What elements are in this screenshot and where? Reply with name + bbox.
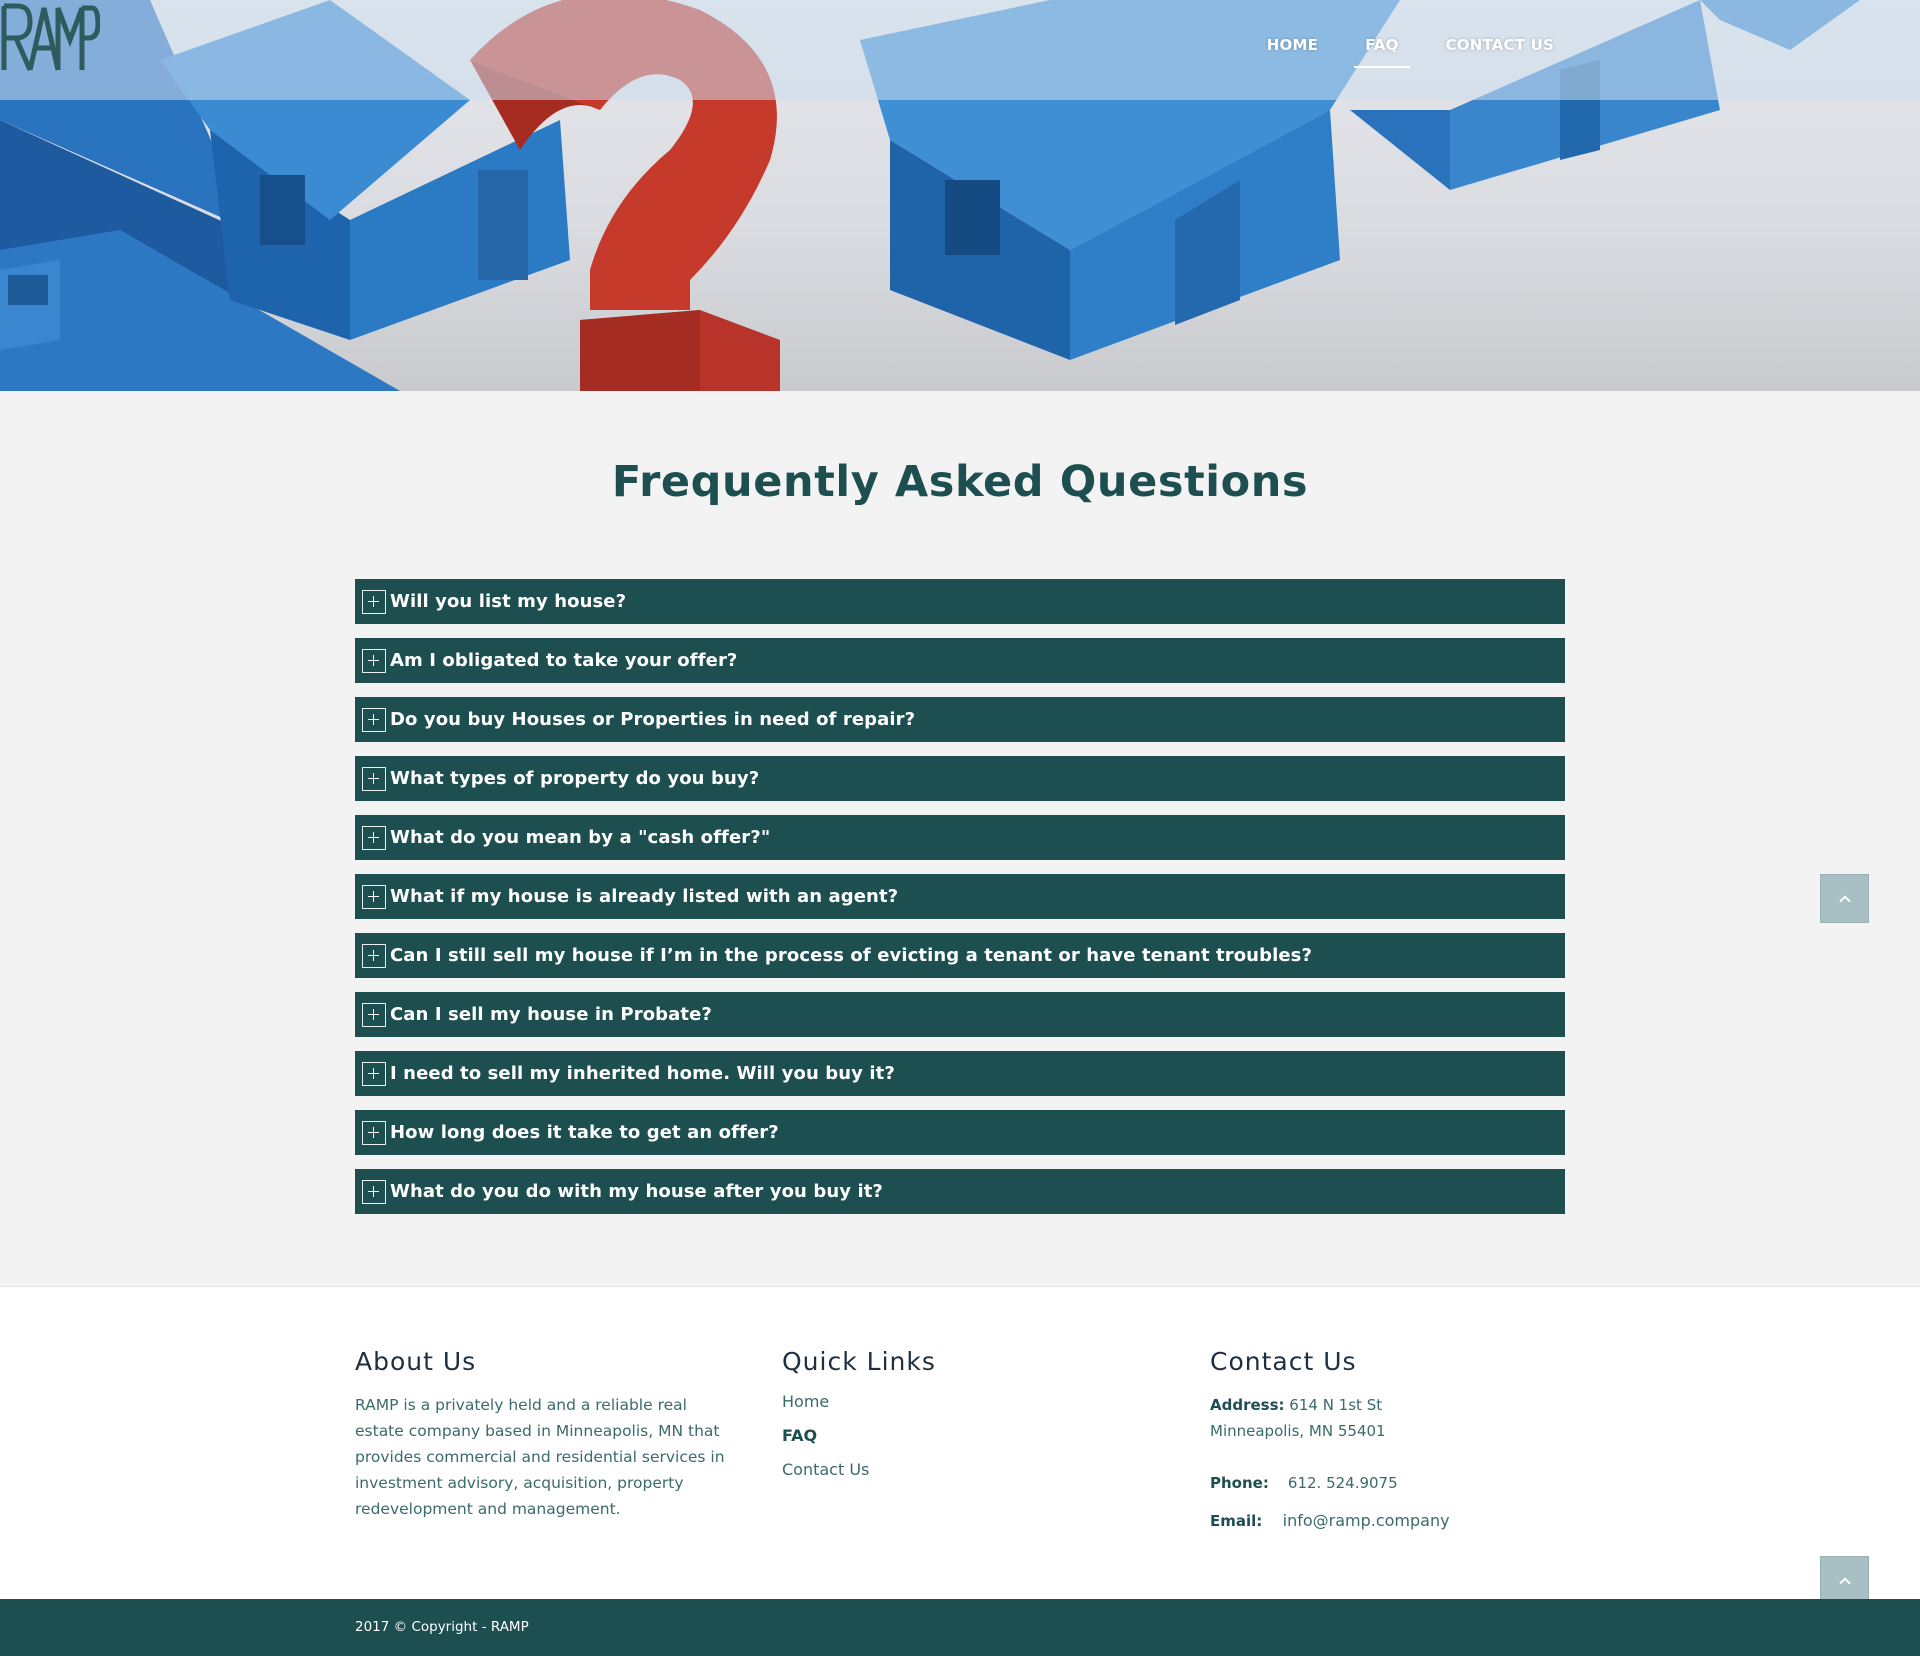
faq-item-obligated[interactable]: Am I obligated to take your offer? xyxy=(355,638,1565,683)
nav-faq[interactable]: FAQ xyxy=(1354,34,1410,68)
phone-row: Phone: 612. 524.9075 xyxy=(1210,1470,1450,1496)
faq-item-probate[interactable]: Can I sell my house in Probate? xyxy=(355,992,1565,1037)
plus-icon xyxy=(362,589,386,614)
scroll-to-top-button-footer[interactable] xyxy=(1820,1556,1869,1605)
chevron-up-icon xyxy=(1838,1577,1851,1589)
faq-accordion: Will you list my house? Am I obligated t… xyxy=(355,579,1565,1228)
plus-icon xyxy=(362,1120,386,1145)
ramp-logo[interactable] xyxy=(0,0,100,76)
plus-icon xyxy=(362,825,386,850)
address-line1: 614 N 1st St xyxy=(1289,1396,1383,1414)
header-bar xyxy=(0,0,1920,100)
phone-value[interactable]: 612. 524.9075 xyxy=(1288,1474,1398,1492)
footer-quick-links: Quick Links Home FAQ Contact Us xyxy=(782,1347,936,1494)
footer: About Us RAMP is a privately held and a … xyxy=(0,1287,1920,1599)
nav-home[interactable]: HOME xyxy=(1256,34,1329,68)
plus-icon xyxy=(362,648,386,673)
address-label: Address: xyxy=(1210,1396,1285,1414)
footer-link-contact-us[interactable]: Contact Us xyxy=(782,1460,936,1479)
about-heading: About Us xyxy=(355,1347,477,1376)
faq-question: Can I still sell my house if I’m in the … xyxy=(390,945,1313,966)
faq-question: How long does it take to get an offer? xyxy=(390,1122,779,1143)
plus-icon xyxy=(362,1179,386,1204)
faq-question: What types of property do you buy? xyxy=(390,768,760,789)
quick-links-heading: Quick Links xyxy=(782,1347,936,1376)
address-line2: Minneapolis, MN 55401 xyxy=(1210,1422,1386,1440)
plus-icon xyxy=(362,1002,386,1027)
footer-about: About Us RAMP is a privately held and a … xyxy=(355,1347,725,1522)
footer-link-home[interactable]: Home xyxy=(782,1392,936,1411)
faq-question: Can I sell my house in Probate? xyxy=(390,1004,712,1025)
faq-question: What do you do with my house after you b… xyxy=(390,1181,883,1202)
phone-label: Phone: xyxy=(1210,1474,1269,1492)
faq-item-offer-time[interactable]: How long does it take to get an offer? xyxy=(355,1110,1565,1155)
faq-item-cash-offer[interactable]: What do you mean by a "cash offer?" xyxy=(355,815,1565,860)
contact-heading: Contact Us xyxy=(1210,1347,1357,1376)
faq-question: Am I obligated to take your offer? xyxy=(390,650,738,671)
faq-item-need-repair[interactable]: Do you buy Houses or Properties in need … xyxy=(355,697,1565,742)
page-title: Frequently Asked Questions xyxy=(611,457,1309,507)
faq-item-property-types[interactable]: What types of property do you buy? xyxy=(355,756,1565,801)
plus-icon xyxy=(362,766,386,791)
plus-icon xyxy=(362,707,386,732)
faq-item-list-house[interactable]: Will you list my house? xyxy=(355,579,1565,624)
faq-question: What if my house is already listed with … xyxy=(390,886,899,907)
faq-item-after-buy[interactable]: What do you do with my house after you b… xyxy=(355,1169,1565,1214)
faq-question: Do you buy Houses or Properties in need … xyxy=(390,709,916,730)
faq-item-inherited-home[interactable]: I need to sell my inherited home. Will y… xyxy=(355,1051,1565,1096)
email-row: Email: info@ramp.company xyxy=(1210,1508,1450,1534)
plus-icon xyxy=(362,1061,386,1086)
scroll-to-top-button[interactable] xyxy=(1820,874,1869,923)
footer-contact: Contact Us Address: 614 N 1st St Minneap… xyxy=(1210,1347,1450,1534)
about-text: RAMP is a privately held and a reliable … xyxy=(355,1396,725,1518)
hero-banner: HOME FAQ CONTACT US xyxy=(0,0,1920,391)
copyright-bar: 2017 © Copyright - RAMP xyxy=(0,1599,1920,1656)
address-row: Address: 614 N 1st St xyxy=(1210,1392,1450,1418)
faq-item-listed-agent[interactable]: What if my house is already listed with … xyxy=(355,874,1565,919)
faq-section: Frequently Asked Questions Will you list… xyxy=(0,391,1920,1287)
email-link[interactable]: info@ramp.company xyxy=(1283,1511,1450,1530)
nav-contact-us[interactable]: CONTACT US xyxy=(1435,34,1565,68)
main-nav: HOME FAQ CONTACT US xyxy=(1256,34,1565,68)
copyright-text: 2017 © Copyright - RAMP xyxy=(355,1619,529,1635)
chevron-up-icon xyxy=(1838,895,1851,907)
faq-item-tenant-troubles[interactable]: Can I still sell my house if I’m in the … xyxy=(355,933,1565,978)
plus-icon xyxy=(362,943,386,968)
email-label: Email: xyxy=(1210,1512,1263,1530)
plus-icon xyxy=(362,884,386,909)
faq-question: I need to sell my inherited home. Will y… xyxy=(390,1063,895,1084)
footer-link-faq[interactable]: FAQ xyxy=(782,1426,936,1445)
faq-question: What do you mean by a "cash offer?" xyxy=(390,827,771,848)
faq-question: Will you list my house? xyxy=(390,591,627,612)
